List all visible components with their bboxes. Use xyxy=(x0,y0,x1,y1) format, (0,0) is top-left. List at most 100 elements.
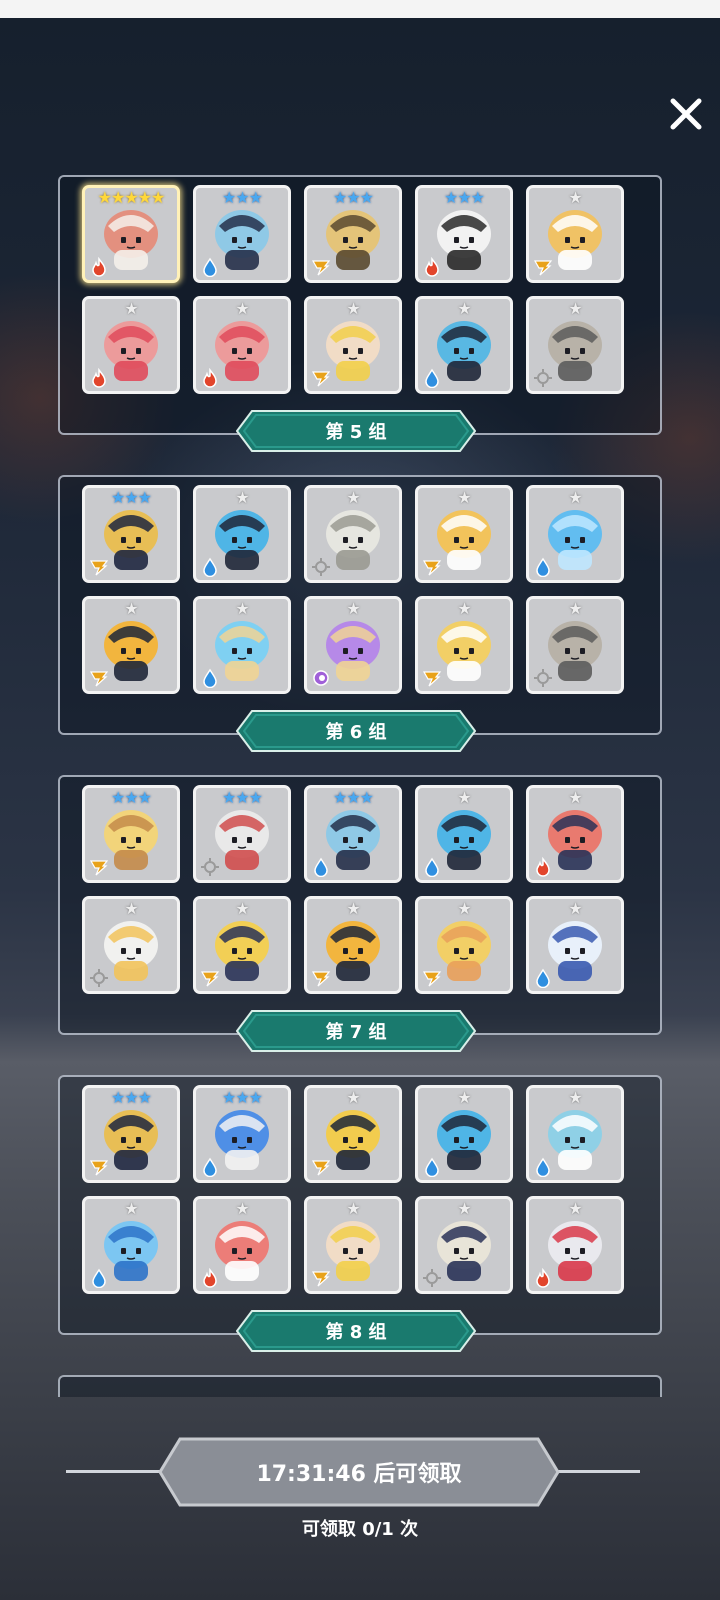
hero-card[interactable]: ★★★ xyxy=(82,485,180,583)
close-icon xyxy=(670,98,702,130)
star-rating: ★★★ xyxy=(443,188,485,207)
hero-card[interactable]: ★ xyxy=(304,896,402,994)
hero-card[interactable]: ★ xyxy=(304,1085,402,1183)
hero-card[interactable]: ★ xyxy=(82,896,180,994)
hero-card[interactable]: ★★★ xyxy=(82,785,180,883)
hero-card[interactable]: ★★★ xyxy=(193,185,291,283)
hero-card[interactable]: ★ xyxy=(82,1196,180,1294)
thunder-element-icon xyxy=(533,257,553,277)
hero-card[interactable]: ★★★★★ xyxy=(82,185,180,283)
fire-element-icon xyxy=(200,1267,220,1288)
light-element-icon xyxy=(533,368,553,388)
star-rating: ★ xyxy=(568,488,582,507)
star-rating: ★ xyxy=(235,899,249,918)
hero-card[interactable]: ★ xyxy=(415,896,513,994)
star-rating: ★ xyxy=(568,899,582,918)
group-label: 第 7 组 xyxy=(325,1022,387,1043)
star-rating: ★★★ xyxy=(110,788,152,807)
thunder-element-icon xyxy=(311,1268,331,1288)
light-element-icon xyxy=(311,557,331,577)
water-element-icon xyxy=(200,668,220,689)
hero-card[interactable]: ★ xyxy=(415,596,513,694)
water-element-icon xyxy=(200,1157,220,1178)
hero-card[interactable]: ★ xyxy=(193,296,291,394)
star-rating: ★ xyxy=(457,299,471,318)
star-rating: ★ xyxy=(346,488,360,507)
hero-card[interactable]: ★ xyxy=(415,296,513,394)
divider-line-right xyxy=(552,1470,640,1473)
water-element-icon xyxy=(89,1268,109,1289)
light-element-icon xyxy=(533,668,553,688)
hero-card[interactable]: ★ xyxy=(193,596,291,694)
group-panel: ★★★★★ ★★★ ★★★ ★★★ ★ ★ ★ ★ ★ ★ 第 5 组 xyxy=(58,175,662,452)
star-rating: ★ xyxy=(124,1199,138,1218)
thunder-element-icon xyxy=(311,1157,331,1177)
hero-card[interactable]: ★★★ xyxy=(82,1085,180,1183)
star-rating: ★ xyxy=(457,788,471,807)
fire-element-icon xyxy=(89,256,109,277)
hero-card[interactable]: ★ xyxy=(526,1196,624,1294)
thunder-element-icon xyxy=(422,557,442,577)
star-rating: ★ xyxy=(457,1088,471,1107)
claim-timer-button[interactable]: 17:31:46 后可领取 xyxy=(158,1437,560,1507)
hero-card[interactable]: ★ xyxy=(82,596,180,694)
water-element-icon xyxy=(200,257,220,278)
hero-card[interactable]: ★★★ xyxy=(304,785,402,883)
group-label: 第 6 组 xyxy=(325,722,387,743)
claim-count-text: 可领取 0/1 次 xyxy=(301,1519,419,1540)
light-element-icon xyxy=(422,1268,442,1288)
hero-card[interactable]: ★★★ xyxy=(193,1085,291,1183)
group-list[interactable]: ★★★★★ ★★★ ★★★ ★★★ ★ ★ ★ ★ ★ ★ 第 5 组 ★★★ ★ ★ ★ ★ ★ ★ ★ ★ ★ 第 6… xyxy=(0,160,720,1410)
star-rating: ★ xyxy=(568,1199,582,1218)
hero-card[interactable]: ★ xyxy=(193,1196,291,1294)
hero-card[interactable]: ★★★ xyxy=(193,785,291,883)
hero-card[interactable]: ★ xyxy=(82,296,180,394)
group-label: 第 5 组 xyxy=(325,422,387,443)
thunder-element-icon xyxy=(311,368,331,388)
close-button[interactable] xyxy=(665,93,707,135)
light-element-icon xyxy=(89,968,109,988)
star-rating: ★ xyxy=(457,899,471,918)
hero-card[interactable]: ★ xyxy=(415,485,513,583)
hero-card[interactable]: ★★★ xyxy=(304,185,402,283)
star-rating: ★ xyxy=(457,1199,471,1218)
divider-line-left xyxy=(66,1470,166,1473)
hero-card[interactable]: ★ xyxy=(526,296,624,394)
thunder-element-icon xyxy=(311,968,331,988)
thunder-element-icon xyxy=(422,968,442,988)
hero-card[interactable]: ★★★ xyxy=(415,185,513,283)
hero-card[interactable]: ★ xyxy=(415,1085,513,1183)
hero-card[interactable]: ★ xyxy=(526,896,624,994)
fire-element-icon xyxy=(200,367,220,388)
water-element-icon xyxy=(311,857,331,878)
hero-card[interactable]: ★ xyxy=(526,485,624,583)
star-rating: ★ xyxy=(235,488,249,507)
star-rating: ★ xyxy=(568,788,582,807)
hero-card[interactable]: ★ xyxy=(526,596,624,694)
hero-card[interactable]: ★ xyxy=(304,596,402,694)
hero-card[interactable]: ★ xyxy=(526,185,624,283)
thunder-element-icon xyxy=(311,257,331,277)
water-element-icon xyxy=(200,557,220,578)
hero-card[interactable]: ★ xyxy=(304,296,402,394)
hero-card[interactable]: ★ xyxy=(193,485,291,583)
hero-card[interactable]: ★ xyxy=(304,485,402,583)
hero-card[interactable]: ★ xyxy=(526,1085,624,1183)
claim-timer-label: 17:31:46 后可领取 xyxy=(256,1462,462,1487)
hero-card[interactable]: ★ xyxy=(304,1196,402,1294)
star-rating: ★ xyxy=(124,899,138,918)
hero-card[interactable]: ★ xyxy=(526,785,624,883)
fire-element-icon xyxy=(533,856,553,877)
light-element-icon xyxy=(200,857,220,877)
star-rating: ★ xyxy=(568,299,582,318)
hero-card[interactable]: ★ xyxy=(415,785,513,883)
star-rating: ★ xyxy=(235,299,249,318)
star-rating: ★ xyxy=(346,599,360,618)
fire-element-icon xyxy=(89,367,109,388)
hero-card[interactable]: ★ xyxy=(415,1196,513,1294)
star-rating: ★★★ xyxy=(221,788,263,807)
hero-card[interactable]: ★ xyxy=(193,896,291,994)
star-rating: ★ xyxy=(235,599,249,618)
star-rating: ★ xyxy=(568,1088,582,1107)
group-banner: 第 5 组 xyxy=(236,410,476,452)
